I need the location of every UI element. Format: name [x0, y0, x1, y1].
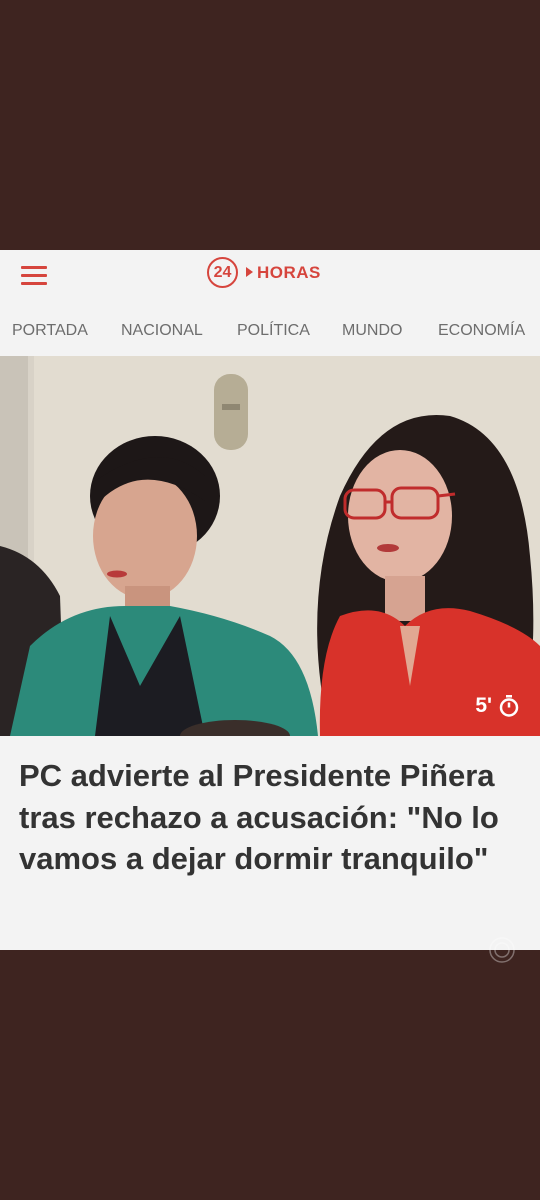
duration-text: 5' [475, 694, 492, 717]
nav-item-economia[interactable]: ECONOMÍA [438, 322, 525, 340]
top-bar: 24 HORAS [0, 250, 540, 300]
nav-item-portada[interactable]: PORTADA [12, 322, 88, 340]
watermark-icon [489, 937, 515, 963]
logo-text: HORAS [257, 263, 321, 282]
news-card: 24 HORAS PORTADA NACIONAL POLÍTICA MUNDO… [0, 250, 540, 950]
timer-icon [499, 695, 519, 717]
menu-icon[interactable] [21, 264, 49, 286]
video-duration: 5' [475, 694, 520, 718]
nav-item-nacional[interactable]: NACIONAL [121, 322, 203, 340]
logo-number: 24 [207, 257, 238, 288]
nav-item-mundo[interactable]: MUNDO [342, 322, 402, 340]
site-logo[interactable]: 24 HORAS [207, 257, 337, 293]
section-nav: PORTADA NACIONAL POLÍTICA MUNDO ECONOMÍA [0, 300, 540, 356]
article-headline[interactable]: PC advierte al Presidente Piñera tras re… [19, 755, 519, 880]
play-arrow-icon [246, 267, 253, 277]
article-photo[interactable]: 5' [0, 356, 540, 736]
nav-item-politica[interactable]: POLÍTICA [237, 322, 310, 340]
